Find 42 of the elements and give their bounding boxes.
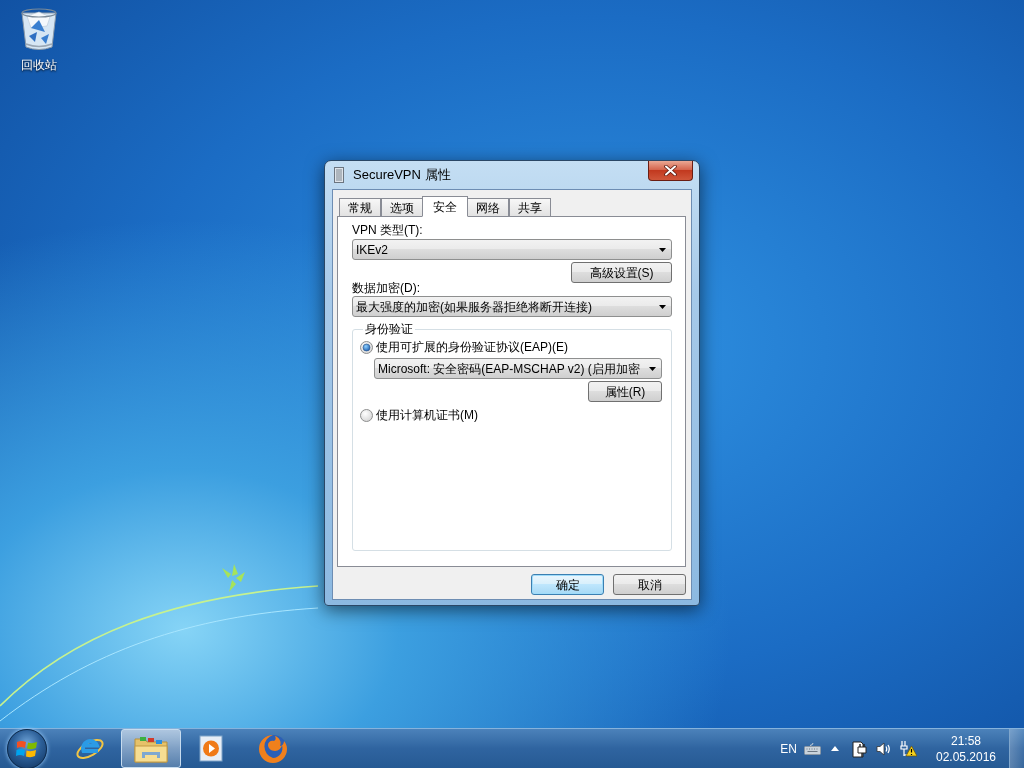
eap-method-dropdown[interactable]: Microsoft: 安全密码(EAP-MSCHAP v2) (启用加密 (374, 358, 662, 379)
vpn-type-dropdown[interactable]: IKEv2 (352, 239, 672, 260)
radio-label[interactable]: 使用计算机证书(M) (376, 408, 478, 422)
radio-button[interactable] (360, 408, 373, 422)
striped-tile-icon (334, 167, 344, 183)
tab[interactable]: 网络 (467, 198, 509, 216)
group-title: 身份验证 (364, 322, 414, 336)
play-icon (198, 733, 226, 764)
language-indicator[interactable]: EN (780, 739, 797, 758)
power-plug-icon[interactable] (852, 739, 868, 758)
desktop-icon-label[interactable]: 回收站 (21, 58, 57, 72)
radio-label[interactable]: 使用可扩展的身份验证协议(EAP)(E) (376, 340, 568, 354)
trash-bin-icon[interactable] (19, 6, 59, 52)
dropdown-arrow-icon (659, 304, 666, 309)
up-triangle-icon[interactable] (831, 746, 839, 751)
tab[interactable]: 常规 (339, 198, 381, 216)
field-label: 数据加密(D): (352, 281, 421, 295)
window-title: SecureVPN 属性 (353, 166, 451, 185)
dropdown-arrow-icon (649, 366, 656, 371)
close-icon (664, 165, 677, 176)
keyboard-icon[interactable] (804, 742, 821, 755)
properties-button[interactable]: 属性(R) (588, 381, 662, 402)
encryption-dropdown[interactable]: 最大强度的加密(如果服务器拒绝将断开连接) (352, 296, 672, 317)
folder-icon (134, 734, 168, 763)
clock-time[interactable]: 21:58 (951, 732, 981, 749)
field-label: VPN 类型(T): (352, 223, 424, 237)
flag-logo-icon (16, 738, 38, 759)
speaker-icon[interactable] (876, 741, 891, 756)
advanced-settings-button[interactable]: 高级设置(S) (571, 262, 672, 283)
fox-globe-icon (257, 732, 289, 765)
dropdown-arrow-icon (659, 247, 666, 252)
dialog-button[interactable]: 确定 (531, 574, 604, 595)
taskbar-button[interactable] (121, 729, 181, 768)
radio-button[interactable] (360, 340, 373, 354)
tab[interactable]: 选项 (381, 198, 423, 216)
clock-date[interactable]: 02.05.2016 (935, 748, 997, 765)
tab[interactable]: 共享 (509, 198, 551, 216)
start-button[interactable] (7, 728, 47, 768)
tab[interactable]: 安全 (422, 196, 468, 217)
network-warning-icon[interactable] (900, 740, 917, 757)
close-button[interactable] (648, 161, 693, 181)
dialog-button[interactable]: 取消 (613, 574, 686, 595)
